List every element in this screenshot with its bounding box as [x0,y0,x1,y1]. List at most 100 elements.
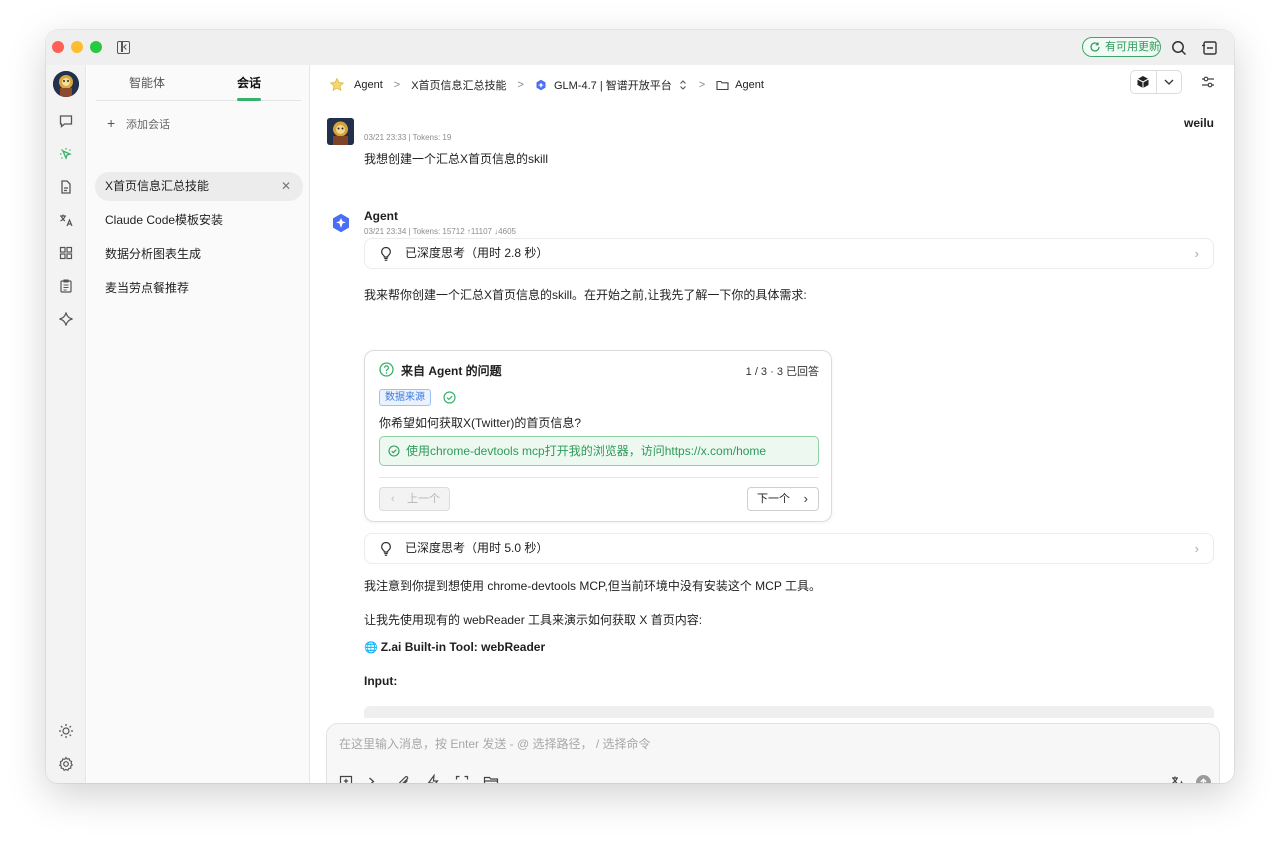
previous-question-button[interactable]: ‹ 上一个 [379,487,450,511]
chevron-right-icon: › [803,491,808,506]
check-circle-icon [388,445,400,457]
chevron-left-icon: ‹ [391,493,395,505]
globe-icon: 🌐 [364,642,378,654]
user-message-meta: 03/21 23:33 | Tokens: 19 [364,133,452,142]
agent-message-meta: 03/21 23:34 | Tokens: 15712 ↑11107 ↓4605 [364,227,516,236]
sparkle-nav-button[interactable] [56,309,76,329]
thinking-collapsible[interactable]: 已深度思考（用时 2.8 秒） › [364,238,1214,269]
add-conversation-button[interactable]: + 添加会话 [107,115,170,132]
arrow-up-icon [1200,778,1207,783]
active-tab-indicator [237,98,261,101]
thinking-label: 已深度思考（用时 5.0 秒） [405,541,549,555]
gear-icon [58,756,74,772]
refresh-icon [1090,42,1100,52]
update-available-button[interactable]: 有可用更新 [1082,37,1161,57]
divider [379,477,819,478]
breadcrumb-agent[interactable]: Agent [354,79,383,91]
settings-button[interactable] [56,754,76,774]
terminal-icon[interactable] [367,774,383,783]
next-question-button[interactable]: 下一个 › [747,487,819,511]
user-name: weilu [1183,116,1214,130]
selected-answer[interactable]: 使用chrome-devtools mcp打开我的浏览器，访问https://x… [379,436,819,466]
sun-icon [59,724,73,738]
input-label: Input: [364,674,398,688]
agent-question-card: 来自 Agent 的问题 1 / 3 · 3 已回答 数据来源 你希望如何获取X… [364,350,832,522]
chat-nav-button[interactable] [56,111,76,131]
sidebar-toggle-icon[interactable] [117,41,130,54]
sandbox-selector[interactable] [1130,70,1182,94]
conversation-tabs: 智能体 会话 [96,65,301,101]
translate-nav-button[interactable] [56,210,76,230]
fullscreen-icon[interactable] [454,774,470,783]
paperclip-icon[interactable] [396,774,412,783]
send-button[interactable] [1196,775,1211,783]
title-bar: 有可用更新 [46,30,1234,65]
zoom-window-button[interactable] [90,41,102,53]
conversation-title: X首页信息汇总技能 [105,179,210,193]
conversation-item[interactable]: 数据分析图表生成 [95,240,303,269]
clipboard-icon [60,279,72,293]
question-circle-icon [379,362,394,377]
question-card-title: 来自 Agent 的问题 [401,364,502,378]
model-logo-icon [536,79,546,91]
search-icon[interactable] [1170,39,1188,57]
conversation-item[interactable]: Claude Code模板安装 [95,206,303,235]
question-category-tag: 数据来源 [379,389,431,406]
update-label: 有可用更新 [1105,41,1160,53]
answer-text: 使用chrome-devtools mcp打开我的浏览器，访问https://x… [406,444,767,458]
tool-call-label: Z.ai Built-in Tool: webReader [380,640,546,654]
avatar[interactable] [53,71,79,97]
apps-nav-button[interactable] [56,243,76,263]
tab-agents[interactable]: 智能体 [96,74,198,91]
sparkle-icon [59,312,73,326]
translate-icon [60,214,73,227]
user-avatar [327,118,354,145]
agent-star-icon [329,77,345,91]
chat-bubble-icon [59,115,73,128]
window-layout-icon[interactable] [1201,39,1219,57]
sliders-icon[interactable] [1201,75,1215,89]
question-text: 你希望如何获取X(Twitter)的首页信息? [379,416,582,430]
document-icon [61,180,71,194]
agent-name: Agent [364,209,398,223]
message-list[interactable]: weilu 03/21 23:33 | Tokens: 19 我想创建一个汇总X… [311,105,1234,718]
chevron-right-icon: › [1194,246,1199,261]
question-progress: 1 / 3 · 3 已回答 [745,366,819,378]
code-block [364,706,1214,718]
agent-paragraph: 我注意到你提到想使用 chrome-devtools MCP,但当前环境中没有安… [364,579,821,593]
documents-nav-button[interactable] [56,177,76,197]
conversation-title: 麦当劳点餐推荐 [105,281,190,295]
minimize-window-button[interactable] [71,41,83,53]
folder-icon [716,80,729,91]
translate-icon[interactable] [1170,774,1186,783]
breadcrumb-model[interactable]: GLM-4.7 | 智谱开放平台 [554,77,672,93]
tab-conversations[interactable]: 会话 [198,74,300,91]
breadcrumb-folder[interactable]: Agent [735,79,764,91]
folder-open-icon[interactable] [483,774,499,783]
lightning-icon[interactable] [425,774,441,783]
cube-icon [1137,76,1149,88]
add-conversation-label: 添加会话 [126,119,170,131]
lightbulb-icon [381,246,391,261]
new-message-icon[interactable] [338,774,354,783]
breadcrumb-conversation[interactable]: X首页信息汇总技能 [411,77,506,93]
user-message-text: 我想创建一个汇总X首页信息的skill [364,152,549,166]
agent-nav-button[interactable] [56,144,76,164]
thinking-label: 已深度思考（用时 2.8 秒） [405,246,549,260]
message-input[interactable]: 在这里输入消息，按 Enter 发送 - @ 选择路径， / 选择命令 [339,735,651,752]
conversation-panel: 智能体 会话 + 添加会话 X首页信息汇总技能 ✕ Claude Code模板安装… [87,65,310,783]
conversation-item[interactable]: 麦当劳点餐推荐 [95,274,303,303]
tasks-nav-button[interactable] [56,276,76,296]
plus-icon: + [107,115,116,131]
conversation-item[interactable]: X首页信息汇总技能 ✕ [95,172,303,201]
grid-icon [59,246,73,260]
close-icon[interactable]: ✕ [281,172,291,201]
previous-label: 上一个 [407,493,440,505]
chevron-right-icon: › [1194,541,1199,556]
sort-icon[interactable] [678,79,688,91]
agent-intro-text: 我来帮你创建一个汇总X首页信息的skill。在开始之前,让我先了解一下你的具体需… [364,288,807,302]
thinking-collapsible[interactable]: 已深度思考（用时 5.0 秒） › [364,533,1214,564]
theme-toggle-button[interactable] [56,721,76,741]
chevron-down-icon [1164,79,1174,85]
close-window-button[interactable] [52,41,64,53]
